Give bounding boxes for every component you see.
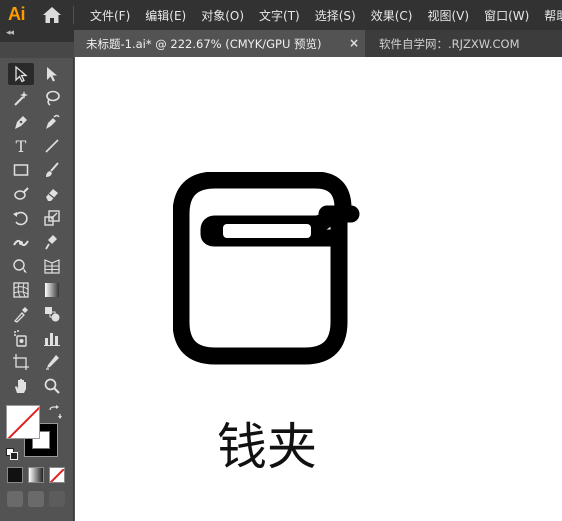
rotate-tool-icon[interactable] [8, 207, 34, 229]
panel-grip[interactable] [0, 42, 74, 58]
draw-inside-button[interactable] [49, 491, 65, 507]
type-tool-glyph: T [15, 136, 27, 156]
magic-wand-icon[interactable] [8, 87, 34, 109]
symbol-sprayer-icon[interactable] [8, 327, 34, 349]
paintbrush-icon[interactable] [39, 159, 65, 181]
menu-items: 文件(F) 编辑(E) 对象(O) 文字(T) 选择(S) 效果(C) 视图(V… [90, 0, 562, 30]
tab-document-active[interactable]: 未标题-1.ai* @ 222.67% (CMYK/GPU 预览) × [74, 30, 365, 57]
menu-view[interactable]: 视图(V) [427, 7, 469, 24]
home-icon[interactable] [42, 6, 62, 24]
artboard-canvas[interactable]: 钱夹 [75, 57, 562, 521]
mesh-tool-icon[interactable] [8, 279, 34, 301]
menu-effect[interactable]: 效果(C) [371, 7, 413, 24]
eyedropper-icon[interactable] [8, 303, 34, 325]
slice-tool-icon[interactable] [39, 351, 65, 373]
tools-panel: T [0, 42, 74, 521]
artboard-tool-icon[interactable] [8, 351, 34, 373]
gradient-tool-icon[interactable] [39, 279, 65, 301]
none-mode-button[interactable] [49, 467, 65, 483]
draw-normal-button[interactable] [7, 491, 23, 507]
color-mode-button[interactable] [7, 467, 23, 483]
curvature-tool-icon[interactable] [39, 111, 65, 133]
tab-title-second: 软件自学网：.RJZXW.COM [379, 36, 520, 51]
selection-tool-icon[interactable] [8, 63, 34, 85]
wallet-icon[interactable] [172, 171, 365, 372]
menu-type[interactable]: 文字(T) [259, 7, 300, 24]
canvas-caption: 钱夹 [217, 418, 317, 476]
tab-document-second[interactable]: 软件自学网：.RJZXW.COM [365, 30, 562, 57]
menu-window[interactable]: 窗口(W) [484, 7, 529, 24]
swap-fill-stroke-icon[interactable] [48, 404, 62, 419]
menu-select[interactable]: 选择(S) [315, 7, 356, 24]
column-graph-icon[interactable] [39, 327, 65, 349]
collapse-panel-button[interactable]: ◂◂ [6, 28, 14, 38]
gradient-mode-button[interactable] [28, 467, 44, 483]
menu-separator [73, 6, 74, 24]
fill-color-swatch[interactable] [6, 405, 40, 439]
rectangle-tool-icon[interactable] [8, 159, 34, 181]
line-segment-icon[interactable] [39, 135, 65, 157]
close-icon[interactable]: × [349, 36, 359, 50]
menu-file[interactable]: 文件(F) [90, 7, 130, 24]
type-tool-icon[interactable]: T [8, 135, 34, 157]
blend-tool-icon[interactable] [39, 303, 65, 325]
default-colors-icon[interactable] [6, 445, 18, 460]
document-tab-bar: 未标题-1.ai* @ 222.67% (CMYK/GPU 预览) × 软件自学… [74, 30, 562, 57]
perspective-grid-icon[interactable] [39, 255, 65, 277]
puppet-warp-icon[interactable] [39, 231, 65, 253]
menu-edit[interactable]: 编辑(E) [145, 7, 186, 24]
tool-panel-header: ◂◂ [0, 28, 74, 42]
menu-object[interactable]: 对象(O) [201, 7, 244, 24]
shaper-tool-icon[interactable] [8, 183, 34, 205]
menu-help[interactable]: 帮助( [544, 7, 562, 24]
hand-tool-icon[interactable] [8, 375, 34, 397]
pen-tool-icon[interactable] [8, 111, 34, 133]
zoom-tool-icon[interactable] [39, 375, 65, 397]
direct-selection-tool-icon[interactable] [39, 63, 65, 85]
tab-title: 未标题-1.ai* @ 222.67% (CMYK/GPU 预览) [86, 36, 322, 51]
shape-builder-icon[interactable] [8, 255, 34, 277]
eraser-icon[interactable] [39, 183, 65, 205]
width-tool-icon[interactable] [8, 231, 34, 253]
lasso-icon[interactable] [39, 87, 65, 109]
app-logo: Ai [8, 4, 26, 24]
scale-tool-icon[interactable] [39, 207, 65, 229]
menu-bar: Ai 文件(F) 编辑(E) 对象(O) 文字(T) 选择(S) 效果(C) 视… [0, 0, 562, 30]
draw-behind-button[interactable] [28, 491, 44, 507]
